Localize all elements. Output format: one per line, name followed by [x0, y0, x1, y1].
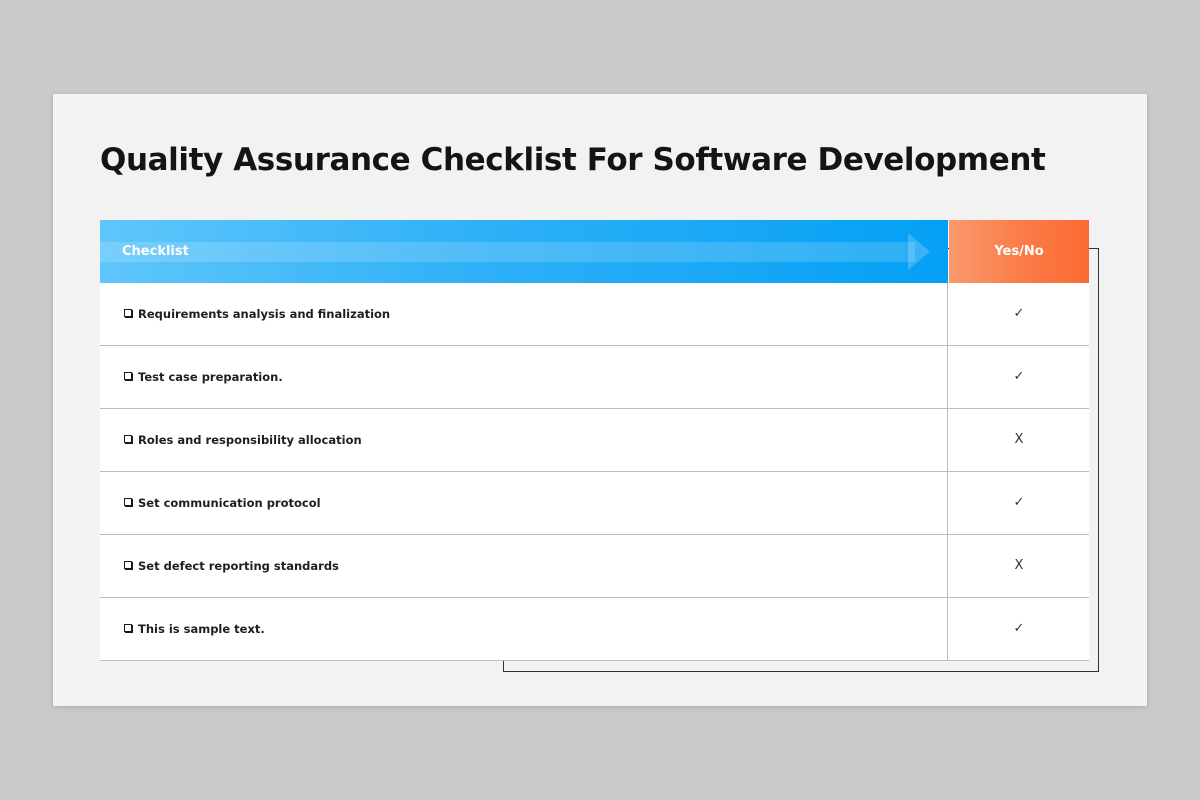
yes-no-mark: ✓ — [1013, 495, 1025, 510]
checklist-item-text: Requirements analysis and finalization — [138, 307, 391, 321]
checklist-item-cell: Set communication protocol — [100, 472, 948, 534]
checklist-item-text: Set defect reporting standards — [138, 559, 339, 573]
checklist-item-cell: Test case preparation. — [100, 346, 948, 408]
table-row: Set communication protocol ✓ — [100, 472, 1089, 535]
checklist-item-cell: Roles and responsibility allocation — [100, 409, 948, 471]
checkbox-icon — [124, 372, 132, 380]
checkbox-icon — [124, 309, 132, 317]
checklist-item-cell: Set defect reporting standards — [100, 535, 948, 597]
checklist-item-text: This is sample text. — [138, 622, 265, 636]
slide-title: Quality Assurance Checklist For Software… — [100, 142, 1046, 178]
table-row: Roles and responsibility allocation X — [100, 409, 1089, 472]
checklist-item-text: Roles and responsibility allocation — [138, 433, 362, 447]
checkbox-icon — [124, 498, 132, 506]
table-header-row: Checklist Yes/No — [100, 220, 1089, 283]
checklist-item-cell: Requirements analysis and finalization — [100, 283, 948, 345]
header-yes-no-label: Yes/No — [994, 244, 1044, 259]
checklist-table: Checklist Yes/No Requirements analysis a… — [100, 220, 1089, 661]
checklist-item-cell: This is sample text. — [100, 598, 948, 660]
table-body: Requirements analysis and finalization ✓… — [100, 283, 1089, 661]
arrow-decoration-icon — [100, 233, 930, 270]
yes-no-mark: X — [1014, 432, 1024, 447]
header-checklist-cell: Checklist — [100, 220, 948, 283]
checklist-item-text: Set communication protocol — [138, 496, 321, 510]
checkbox-icon — [124, 435, 132, 443]
checkbox-icon — [124, 624, 132, 632]
header-yes-no-cell: Yes/No — [949, 220, 1089, 283]
slide: Quality Assurance Checklist For Software… — [53, 94, 1147, 706]
yes-no-mark: ✓ — [1013, 369, 1025, 384]
table-row: Test case preparation. ✓ — [100, 346, 1089, 409]
yes-no-mark: X — [1014, 558, 1024, 573]
table-row: Requirements analysis and finalization ✓ — [100, 283, 1089, 346]
checkbox-icon — [124, 561, 132, 569]
yes-no-mark: ✓ — [1013, 621, 1025, 636]
table-row: This is sample text. ✓ — [100, 598, 1089, 661]
yes-no-mark: ✓ — [1013, 306, 1025, 321]
header-checklist-label: Checklist — [122, 244, 189, 259]
table-row: Set defect reporting standards X — [100, 535, 1089, 598]
checklist-item-text: Test case preparation. — [138, 370, 283, 384]
